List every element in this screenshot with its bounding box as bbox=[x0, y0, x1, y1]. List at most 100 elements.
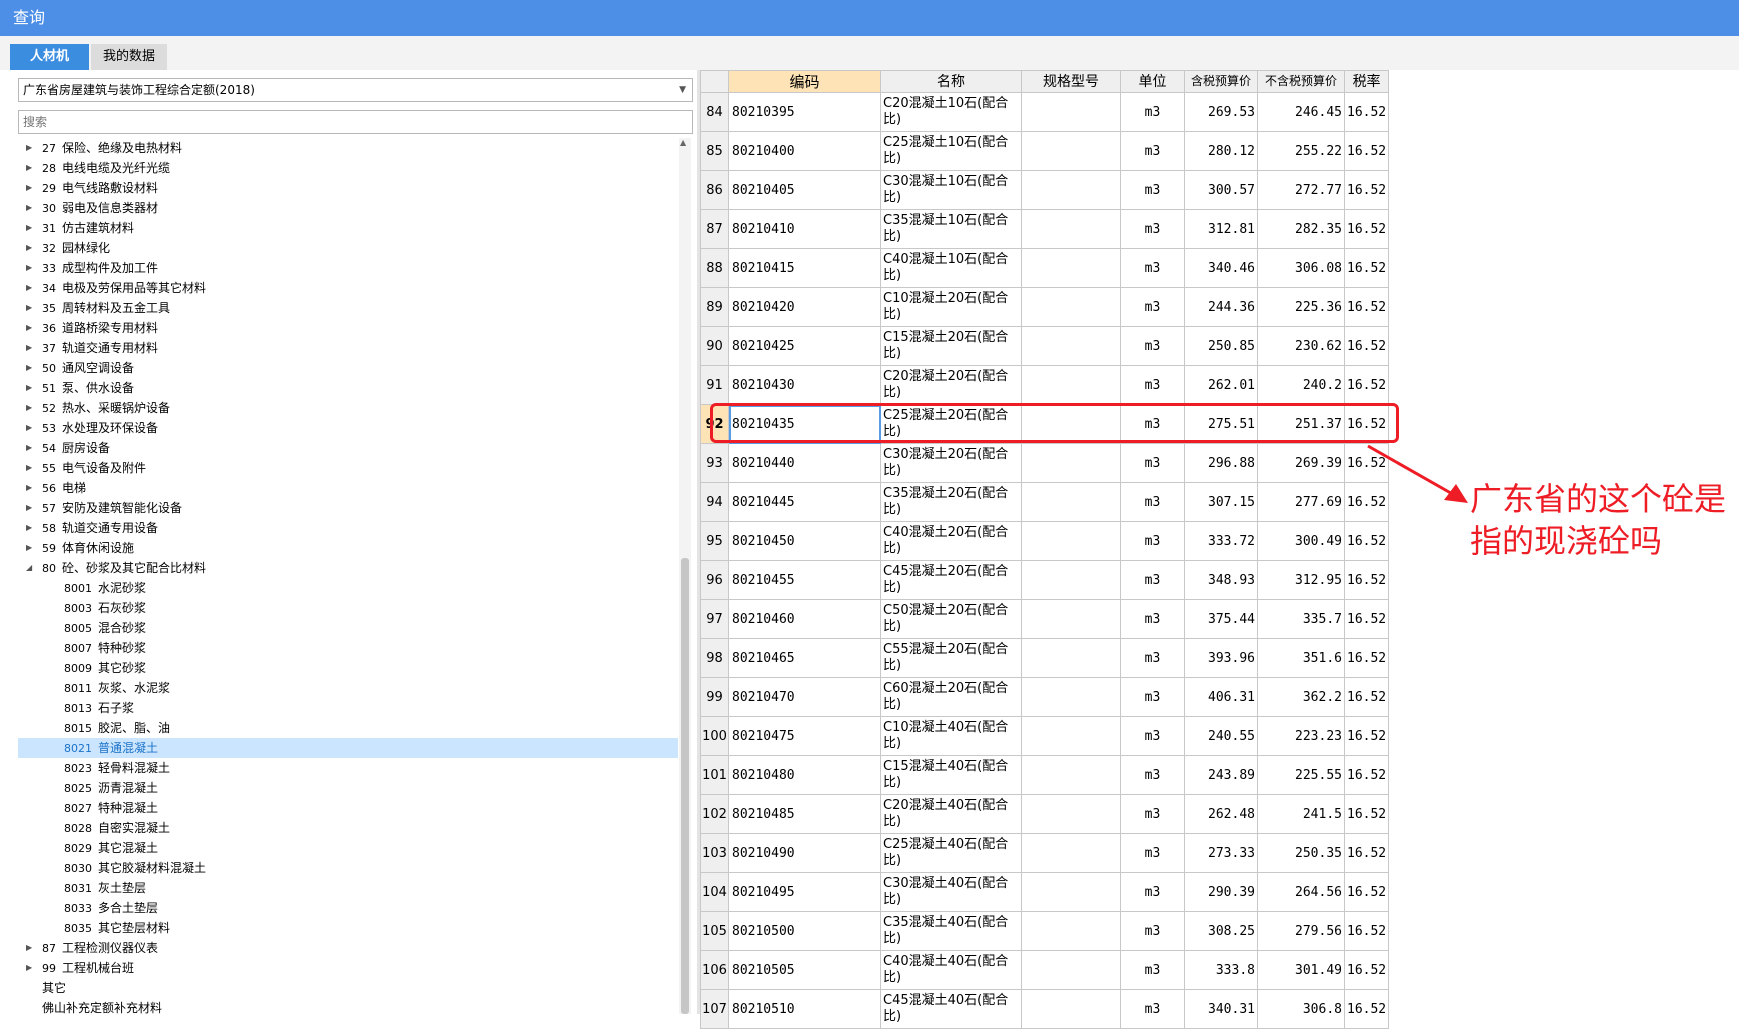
table-row[interactable]: 87 80210410 C35混凝土10石(配合比) m3 312.81 282.35 16… bbox=[700, 209, 1390, 249]
table-row[interactable]: 92 80210435 C25混凝土20石(配合比) m3 275.51 251.37 16… bbox=[700, 404, 1390, 444]
cell-code[interactable]: 80210495 bbox=[728, 872, 881, 912]
cell-tax-price[interactable]: 280.12 bbox=[1184, 131, 1258, 171]
collapsed-arrow-icon[interactable]: ▶ bbox=[26, 398, 32, 418]
cell-notax-price[interactable]: 351.6 bbox=[1257, 638, 1345, 678]
cell-rate[interactable]: 16.52 bbox=[1343, 599, 1390, 639]
cell-name[interactable]: C25混凝土40石(配合比) bbox=[880, 833, 1022, 873]
tree-node[interactable]: 8011 灰浆、水泥浆 bbox=[18, 678, 678, 698]
tree-node[interactable]: ▶ 33 成型构件及加工件 bbox=[18, 258, 678, 278]
table-row[interactable]: 85 80210400 C25混凝土10石(配合比) m3 280.12 255.22 16… bbox=[700, 131, 1390, 171]
cell-rate[interactable]: 16.52 bbox=[1343, 92, 1390, 132]
cell-notax-price[interactable]: 230.62 bbox=[1257, 326, 1345, 366]
row-number[interactable]: 91 bbox=[700, 365, 729, 405]
cell-code[interactable]: 80210430 bbox=[728, 365, 881, 405]
cell-unit[interactable]: m3 bbox=[1120, 872, 1185, 912]
cell-spec[interactable] bbox=[1021, 170, 1121, 210]
tree-node[interactable]: 8035 其它垫层材料 bbox=[18, 918, 678, 938]
cell-notax-price[interactable]: 277.69 bbox=[1257, 482, 1345, 522]
row-number[interactable]: 107 bbox=[700, 989, 729, 1029]
row-number[interactable]: 87 bbox=[700, 209, 729, 249]
cell-tax-price[interactable]: 240.55 bbox=[1184, 716, 1258, 756]
cell-unit[interactable]: m3 bbox=[1120, 833, 1185, 873]
tree-node[interactable]: 8031 灰土垫层 bbox=[18, 878, 678, 898]
cell-code[interactable]: 80210415 bbox=[728, 248, 881, 288]
cell-name[interactable]: C20混凝土20石(配合比) bbox=[880, 365, 1022, 405]
collapsed-arrow-icon[interactable]: ▶ bbox=[26, 178, 32, 198]
collapsed-arrow-icon[interactable]: ▶ bbox=[26, 518, 32, 538]
table-row[interactable]: 103 80210490 C25混凝土40石(配合比) m3 273.33 250.35 1… bbox=[700, 833, 1390, 873]
collapsed-arrow-icon[interactable]: ▶ bbox=[26, 258, 32, 278]
tree-node[interactable]: ▶ 56 电梯 bbox=[18, 478, 678, 498]
cell-rate[interactable]: 16.52 bbox=[1343, 677, 1390, 717]
tree-node[interactable]: ▶ 87 工程检测仪器仪表 bbox=[18, 938, 678, 958]
collapsed-arrow-icon[interactable]: ▶ bbox=[26, 138, 32, 158]
cell-spec[interactable] bbox=[1021, 950, 1121, 990]
cell-unit[interactable]: m3 bbox=[1120, 950, 1185, 990]
cell-tax-price[interactable]: 250.85 bbox=[1184, 326, 1258, 366]
table-row[interactable]: 93 80210440 C30混凝土20石(配合比) m3 296.88 269.39 16… bbox=[700, 443, 1390, 483]
table-row[interactable]: 96 80210455 C45混凝土20石(配合比) m3 348.93 312.95 16… bbox=[700, 560, 1390, 600]
cell-notax-price[interactable]: 362.2 bbox=[1257, 677, 1345, 717]
cell-notax-price[interactable]: 223.23 bbox=[1257, 716, 1345, 756]
cell-tax-price[interactable]: 262.01 bbox=[1184, 365, 1258, 405]
collapsed-arrow-icon[interactable]: ▶ bbox=[26, 278, 32, 298]
table-row[interactable]: 107 80210510 C45混凝土40石(配合比) m3 340.31 306.8 16… bbox=[700, 989, 1390, 1029]
cell-name[interactable]: C25混凝土10石(配合比) bbox=[880, 131, 1022, 171]
cell-notax-price[interactable]: 246.45 bbox=[1257, 92, 1345, 132]
cell-unit[interactable]: m3 bbox=[1120, 755, 1185, 795]
cell-rate[interactable]: 16.52 bbox=[1343, 365, 1390, 405]
cell-tax-price[interactable]: 262.48 bbox=[1184, 794, 1258, 834]
cell-notax-price[interactable]: 264.56 bbox=[1257, 872, 1345, 912]
cell-unit[interactable]: m3 bbox=[1120, 170, 1185, 210]
cell-name[interactable]: C35混凝土20石(配合比) bbox=[880, 482, 1022, 522]
tree-node[interactable]: ▶ 29 电气线路敷设材料 bbox=[18, 178, 678, 198]
cell-rate[interactable]: 16.52 bbox=[1343, 755, 1390, 795]
cell-rate[interactable]: 16.52 bbox=[1343, 287, 1390, 327]
cell-name[interactable]: C10混凝土40石(配合比) bbox=[880, 716, 1022, 756]
table-row[interactable]: 90 80210425 C15混凝土20石(配合比) m3 250.85 230.62 16… bbox=[700, 326, 1390, 366]
row-number[interactable]: 96 bbox=[700, 560, 729, 600]
cell-unit[interactable]: m3 bbox=[1120, 911, 1185, 951]
column-header-rate[interactable]: 税率 bbox=[1343, 70, 1390, 93]
cell-unit[interactable]: m3 bbox=[1120, 677, 1185, 717]
table-row[interactable]: 99 80210470 C60混凝土20石(配合比) m3 406.31 362.2 16.… bbox=[700, 677, 1390, 717]
cell-rate[interactable]: 16.52 bbox=[1343, 326, 1390, 366]
tree-node[interactable]: 8025 沥青混凝土 bbox=[18, 778, 678, 798]
tree-node[interactable]: ◢ 80 砼、砂浆及其它配合比材料 bbox=[18, 558, 678, 578]
collapsed-arrow-icon[interactable]: ▶ bbox=[26, 538, 32, 558]
cell-code[interactable]: 80210450 bbox=[728, 521, 881, 561]
tree-node[interactable]: ▶ 35 周转材料及五金工具 bbox=[18, 298, 678, 318]
tree-node[interactable]: ▶ 36 道路桥梁专用材料 bbox=[18, 318, 678, 338]
table-row[interactable]: 91 80210430 C20混凝土20石(配合比) m3 262.01 240.2 16.… bbox=[700, 365, 1390, 405]
collapsed-arrow-icon[interactable]: ▶ bbox=[26, 378, 32, 398]
tab-my-data[interactable]: 我的数据 bbox=[91, 44, 167, 70]
cell-code[interactable]: 80210475 bbox=[728, 716, 881, 756]
row-number[interactable]: 94 bbox=[700, 482, 729, 522]
cell-rate[interactable]: 16.52 bbox=[1343, 716, 1390, 756]
cell-tax-price[interactable]: 340.46 bbox=[1184, 248, 1258, 288]
cell-notax-price[interactable]: 269.39 bbox=[1257, 443, 1345, 483]
row-number[interactable]: 85 bbox=[700, 131, 729, 171]
cell-notax-price[interactable]: 225.36 bbox=[1257, 287, 1345, 327]
cell-code[interactable]: 80210480 bbox=[728, 755, 881, 795]
cell-rate[interactable]: 16.52 bbox=[1343, 170, 1390, 210]
cell-code[interactable]: 80210460 bbox=[728, 599, 881, 639]
cell-name[interactable]: C20混凝土10石(配合比) bbox=[880, 92, 1022, 132]
scroll-up-icon[interactable]: ▲ bbox=[680, 138, 686, 147]
cell-code[interactable]: 80210405 bbox=[728, 170, 881, 210]
library-select[interactable]: 广东省房屋建筑与装饰工程综合定额(2018) ▼ bbox=[18, 78, 693, 102]
cell-notax-price[interactable]: 301.49 bbox=[1257, 950, 1345, 990]
tree-node[interactable]: ▶ 55 电气设备及附件 bbox=[18, 458, 678, 478]
cell-name[interactable]: C30混凝土20石(配合比) bbox=[880, 443, 1022, 483]
row-number[interactable]: 105 bbox=[700, 911, 729, 951]
tree-node[interactable]: ▶ 31 仿古建筑材料 bbox=[18, 218, 678, 238]
cell-rate[interactable]: 16.52 bbox=[1343, 950, 1390, 990]
row-number[interactable]: 84 bbox=[700, 92, 729, 132]
cell-code[interactable]: 80210425 bbox=[728, 326, 881, 366]
table-row[interactable]: 89 80210420 C10混凝土20石(配合比) m3 244.36 225.36 16… bbox=[700, 287, 1390, 327]
tree-node[interactable]: 8001 水泥砂浆 bbox=[18, 578, 678, 598]
tree-node[interactable]: 佛山补充定额补充材料 bbox=[18, 998, 678, 1014]
tree-node[interactable]: 8028 自密实混凝土 bbox=[18, 818, 678, 838]
cell-name[interactable]: C40混凝土20石(配合比) bbox=[880, 521, 1022, 561]
cell-notax-price[interactable]: 240.2 bbox=[1257, 365, 1345, 405]
